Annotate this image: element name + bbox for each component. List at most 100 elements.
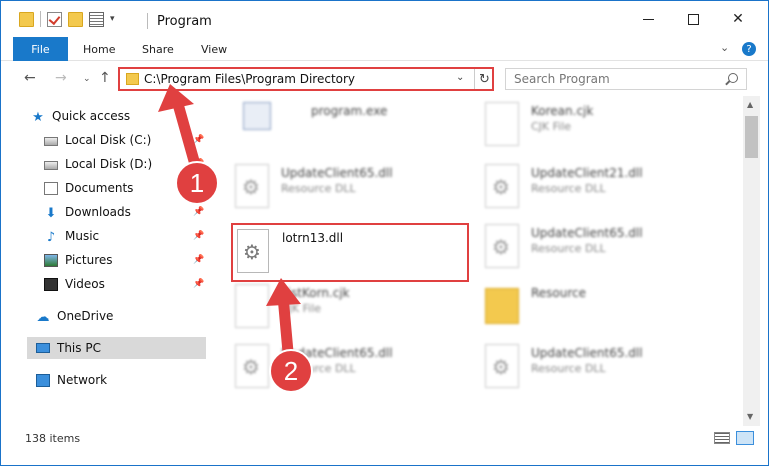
disk-icon xyxy=(44,136,58,146)
explorer-window: ▾ Program ✕ File Home Share View ⌄ ? ← →… xyxy=(0,0,769,466)
file-name: UpdateClient65.dll xyxy=(281,346,393,360)
file-name: lotrn13.dll xyxy=(282,231,344,245)
file-type: CJK File xyxy=(281,302,322,315)
file-type: CJK File xyxy=(531,120,572,133)
qat-dropdown-icon[interactable]: ▾ xyxy=(110,14,115,24)
sidebar-item-label: This PC xyxy=(57,341,101,355)
pin-icon[interactable]: 📌 xyxy=(193,135,204,145)
customize-icon[interactable] xyxy=(89,11,104,27)
tab-file[interactable]: File xyxy=(13,37,68,61)
new-folder-icon[interactable] xyxy=(68,11,83,27)
address-row: ← → ⌄ ↑ C:\Program Files\Program Directo… xyxy=(1,62,768,96)
sidebar-item-videos[interactable]: Videos 📌 xyxy=(44,273,206,295)
pin-icon[interactable]: 📌 xyxy=(193,231,204,241)
close-button[interactable]: ✕ xyxy=(715,1,761,37)
address-dropdown-icon[interactable]: ⌄ xyxy=(456,72,464,83)
pin-icon[interactable]: 📌 xyxy=(193,183,204,193)
sidebar-item-network[interactable]: Network xyxy=(36,369,206,391)
sidebar-item-this-pc[interactable]: This PC xyxy=(27,337,206,359)
scroll-thumb[interactable] xyxy=(745,116,758,158)
forward-arrow-icon[interactable]: → xyxy=(55,70,67,86)
up-arrow-icon[interactable]: ↑ xyxy=(99,70,111,86)
sidebar-item-label: OneDrive xyxy=(57,309,114,323)
address-path[interactable]: C:\Program Files\Program Directory xyxy=(144,72,355,86)
vertical-scrollbar[interactable]: ▲ ▼ xyxy=(743,96,760,426)
file-tile[interactable]: UpdateClient65.dll Resource DLL xyxy=(473,338,713,396)
ribbon-tabs: File Home Share View ⌄ xyxy=(1,37,768,61)
quick-access-toolbar: ▾ xyxy=(19,11,115,27)
network-icon xyxy=(36,373,50,387)
download-icon: ⬇ xyxy=(45,205,57,221)
file-tile[interactable]: program.exe xyxy=(231,96,471,154)
minimize-button[interactable] xyxy=(625,1,671,37)
file-type: Resource DLL xyxy=(281,362,356,375)
folder-icon xyxy=(126,73,139,85)
file-name: UpdateClient65.dll xyxy=(281,166,393,180)
pin-icon[interactable]: 📌 xyxy=(193,255,204,265)
file-tile[interactable]: UpdateClient21.dll Resource DLL xyxy=(473,158,713,216)
file-name: UpdateClient21.dll xyxy=(531,166,643,180)
maximize-button[interactable] xyxy=(670,1,716,37)
ribbon-expand-icon[interactable]: ⌄ xyxy=(720,41,729,54)
file-type: Resource DLL xyxy=(531,362,606,375)
sidebar-item-pictures[interactable]: Pictures 📌 xyxy=(44,249,206,271)
file-tile[interactable]: UpdateClient65.dll Resource DLL xyxy=(473,218,713,276)
title-bar: ▾ Program ✕ xyxy=(1,1,768,37)
help-icon[interactable]: ? xyxy=(742,42,756,56)
file-type: Resource DLL xyxy=(281,182,356,195)
tab-share[interactable]: Share xyxy=(142,43,174,56)
qat-separator xyxy=(40,11,41,27)
close-icon: ✕ xyxy=(732,11,744,27)
details-view-icon[interactable] xyxy=(714,432,730,444)
sidebar-item-quick-access[interactable]: ★ Quick access xyxy=(31,105,236,127)
refresh-icon[interactable]: ↻ xyxy=(474,69,494,89)
file-tile[interactable]: UpdateClient65.dll Resource DLL xyxy=(223,158,463,216)
pin-icon[interactable]: 📌 xyxy=(193,159,204,169)
tab-home[interactable]: Home xyxy=(83,43,115,56)
file-tile[interactable]: UpdateClient65.dll Resource DLL xyxy=(223,338,463,396)
file-tile[interactable]: ListKorn.cjk CJK File xyxy=(223,278,463,336)
sidebar-item-local-disk-d[interactable]: Local Disk (D:) 📌 xyxy=(44,153,206,175)
folder-icon xyxy=(485,288,519,324)
scroll-up-icon[interactable]: ▲ xyxy=(747,100,753,109)
tab-view[interactable]: View xyxy=(201,43,227,56)
navigation-pane: ★ Quick access Local Disk (C:) 📌 Local D… xyxy=(1,96,211,421)
large-icons-view-icon[interactable] xyxy=(736,431,754,445)
scroll-down-icon[interactable]: ▼ xyxy=(747,412,753,421)
sidebar-item-label: Music xyxy=(65,229,100,243)
file-tile[interactable]: Korean.cjk CJK File xyxy=(473,96,713,154)
back-arrow-icon[interactable]: ← xyxy=(24,70,36,86)
recent-locations-icon[interactable]: ⌄ xyxy=(83,74,91,84)
dll-file-icon xyxy=(485,344,519,388)
sidebar-item-label: Pictures xyxy=(65,253,113,267)
title-separator xyxy=(147,13,148,29)
folder-icon[interactable] xyxy=(19,11,34,27)
sidebar-item-downloads[interactable]: ⬇ Downloads 📌 xyxy=(44,201,206,223)
computer-icon xyxy=(36,343,50,353)
sidebar-item-label: Local Disk (C:) xyxy=(65,133,152,147)
window-title: Program xyxy=(157,14,212,29)
file-name: UpdateClient65.dll xyxy=(531,346,643,360)
sidebar-item-label: Videos xyxy=(65,277,105,291)
maximize-icon xyxy=(687,13,699,25)
search-input[interactable]: Search Program xyxy=(505,68,747,90)
sidebar-item-onedrive[interactable]: ☁ OneDrive xyxy=(36,305,206,327)
videos-icon xyxy=(44,277,58,291)
sidebar-item-local-disk-c[interactable]: Local Disk (C:) 📌 xyxy=(44,129,206,151)
file-name: UpdateClient65.dll xyxy=(531,226,643,240)
file-type: Resource DLL xyxy=(531,182,606,195)
cloud-icon: ☁ xyxy=(36,309,50,325)
highlighted-file-tile[interactable]: lotrn13.dll xyxy=(231,223,469,282)
sidebar-item-label: Network xyxy=(57,373,108,387)
folder-tile[interactable]: Resource xyxy=(473,278,713,336)
pin-icon[interactable]: 📌 xyxy=(193,279,204,289)
sidebar-item-music[interactable]: ♪ Music 📌 xyxy=(44,225,206,247)
search-placeholder: Search Program xyxy=(514,72,610,86)
document-file-icon xyxy=(485,102,519,146)
address-bar[interactable]: C:\Program Files\Program Directory ⌄ ↻ xyxy=(118,67,494,91)
music-icon: ♪ xyxy=(46,229,56,245)
properties-check-icon[interactable] xyxy=(47,11,62,27)
search-icon[interactable] xyxy=(728,73,738,83)
pin-icon[interactable]: 📌 xyxy=(193,207,204,217)
sidebar-item-documents[interactable]: Documents 📌 xyxy=(44,177,206,199)
